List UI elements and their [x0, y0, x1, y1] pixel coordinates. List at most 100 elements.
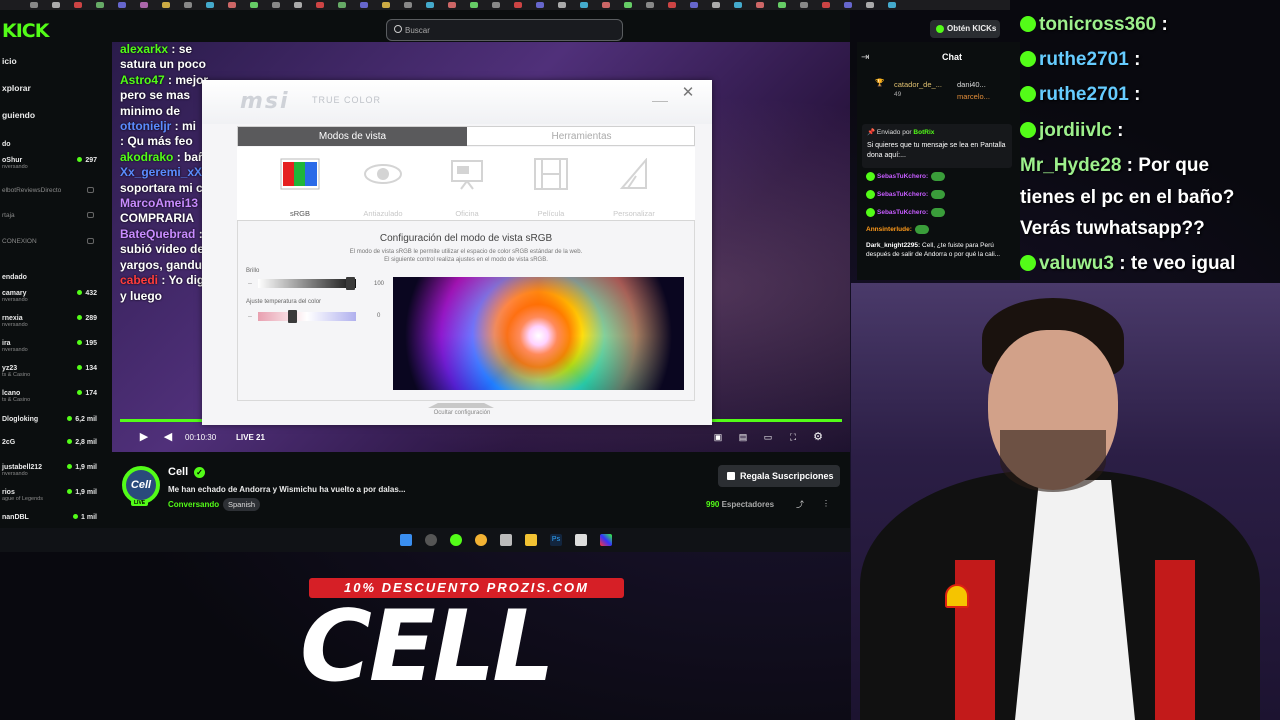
kick-logo[interactable]: KICK — [2, 20, 49, 42]
badge-icon — [1020, 255, 1036, 271]
film-icon — [534, 158, 568, 190]
sidebar-channel[interactable]: oShur nversando 297 — [2, 157, 106, 170]
player-controls: ▶ ◀ 00:10:30 LIVE 21 ▣ ▤ ▭ ⛶ ⚙ — [130, 431, 840, 447]
tab-tools[interactable]: Herramientas — [467, 127, 696, 146]
customize-icon — [619, 157, 647, 189]
mode-srgb[interactable]: sRGB — [270, 158, 330, 218]
sidebar-channel[interactable]: rnexia nversando 289 — [2, 315, 106, 328]
app-icon[interactable] — [450, 534, 462, 546]
photoshop-icon[interactable]: Ps — [550, 534, 562, 546]
sidebar-item-home[interactable]: icio — [2, 56, 17, 66]
gift-subs-button[interactable]: Regala Suscripciones — [718, 465, 840, 487]
brightness-slider[interactable] — [258, 279, 356, 288]
chat-text: : mi — [174, 119, 197, 134]
msi-tab-bar: Modos de vista Herramientas — [237, 126, 695, 146]
top-gifter-name[interactable]: catador_de_... — [894, 80, 942, 89]
tab-view-modes[interactable]: Modos de vista — [238, 127, 467, 146]
app-icon[interactable] — [500, 534, 512, 546]
sidebar-channel[interactable]: camary nversando 432 — [2, 290, 106, 303]
windows-start-icon[interactable] — [400, 534, 412, 546]
color-temp-slider[interactable] — [258, 312, 356, 321]
more-icon[interactable]: ⋮ — [822, 499, 830, 508]
mini-player-icon[interactable]: ▭ — [762, 431, 774, 443]
channel-viewers: 134 — [77, 365, 97, 372]
mode-office[interactable]: Oficina — [437, 158, 497, 218]
chat-message: SebasTuKchero: — [866, 190, 946, 199]
chat-user[interactable]: SebasTuKchero: — [877, 209, 928, 216]
chat-text: : Qu más feo — [120, 134, 193, 149]
sidebar-channel[interactable]: 2cG 2,8 mil — [2, 439, 106, 446]
hide-config-button[interactable]: Ocultar configuración — [382, 410, 542, 416]
mode-movie[interactable]: Película — [521, 158, 581, 218]
stream-category[interactable]: Conversando — [168, 500, 219, 509]
mode-label: sRGB — [289, 209, 310, 218]
top-gifter-name[interactable]: dani40... — [957, 80, 986, 89]
sidebar-channel[interactable]: elbotReviewsDirecto — [2, 187, 106, 194]
close-icon[interactable]: ✕ — [680, 85, 696, 101]
chat-user[interactable]: Dark_knight2295: — [866, 242, 920, 249]
top-gifter-name[interactable]: marcelo... — [957, 92, 990, 101]
minimize-icon[interactable] — [652, 90, 668, 102]
settings-icon[interactable]: ⚙ — [812, 431, 824, 443]
brightness-label: Brillo — [246, 268, 260, 274]
clip-icon[interactable]: ▤ — [737, 431, 749, 443]
share-icon[interactable]: ⤴ — [796, 499, 804, 510]
channel-category: nversando — [2, 297, 28, 303]
chat-user[interactable]: SebasTuKchero: — [877, 173, 928, 180]
search-input[interactable]: Buscar — [386, 19, 623, 41]
sidebar-channel[interactable]: Dlogloking 6,2 mil — [2, 416, 106, 423]
mode-anti-blue[interactable]: Antiazulado — [353, 158, 413, 218]
channel-category: nversando — [2, 322, 28, 328]
sidebar-channel[interactable]: ira nversando 195 — [2, 340, 106, 353]
chat-user[interactable]: SebasTuKchero: — [877, 191, 928, 198]
channel-viewers: 195 — [77, 340, 97, 347]
channel-viewers: 297 — [77, 157, 97, 164]
avatar[interactable]: Cell — [122, 466, 160, 504]
sidebar-channel[interactable]: rtaja — [2, 212, 106, 219]
color-temp-minus-icon[interactable]: – — [248, 313, 252, 320]
sidebar-channel[interactable]: lcano ts & Casino 174 — [2, 390, 106, 403]
brightness-minus-icon[interactable]: – — [248, 280, 252, 287]
volume-icon[interactable]: ◀ — [162, 431, 174, 443]
sidebar-channel[interactable]: nanDBL 1 mil — [2, 514, 106, 521]
sidebar-channel[interactable]: justabell212 nversando 1,9 mil — [2, 464, 106, 477]
badge-icon — [1020, 86, 1036, 102]
fullscreen-icon[interactable]: ⛶ — [787, 431, 799, 443]
color-preview-image — [393, 277, 684, 390]
msi-app-title: TRUE COLOR — [312, 95, 382, 105]
chat-user: cabedi — [120, 273, 159, 288]
app-icon[interactable] — [425, 534, 437, 546]
pinned-by-label: Enviado por — [876, 129, 912, 136]
channel-viewers: 289 — [77, 315, 97, 322]
pinned-header: 📌 Enviado por BotRix — [867, 128, 1007, 136]
pinned-user[interactable]: BotRix — [913, 129, 934, 136]
get-kicks-button[interactable]: Obtén KICKs — [930, 20, 1000, 38]
chat-user: jordiivlc — [1039, 120, 1112, 141]
color-temp-slider-handle[interactable] — [288, 310, 297, 323]
app-icon[interactable] — [575, 534, 587, 546]
mode-custom[interactable]: Personalizar — [604, 157, 664, 218]
stream-info-bar: Cell LIVE Cell ✓ Me han echado de Andorr… — [112, 458, 850, 518]
sidebar-item-explore[interactable]: xplorar — [2, 83, 31, 93]
overlay-chat-message: ruthe2701 : — [1020, 49, 1140, 71]
overlay-chat-message: ruthe2701 : — [1020, 84, 1140, 106]
language-tag[interactable]: Spanish — [223, 498, 261, 511]
streamer-brand-text: CELL — [300, 590, 555, 704]
chat-user[interactable]: Annsinterlude: — [866, 226, 912, 233]
chrome-icon[interactable] — [475, 534, 487, 546]
browser-tab-strip[interactable] — [0, 0, 1010, 10]
sidebar-channel[interactable]: CONEXION — [2, 238, 106, 245]
sidebar-channel[interactable]: rios ague of Legends 1,9 mil — [2, 489, 106, 502]
channel-viewers: 174 — [77, 390, 97, 397]
app-icon[interactable] — [600, 534, 612, 546]
brightness-slider-handle[interactable] — [346, 277, 355, 290]
folder-icon[interactable] — [525, 534, 537, 546]
verified-icon: ✓ — [194, 467, 205, 478]
pinned-message: 📌 Enviado por BotRix Si quieres que tu m… — [862, 124, 1012, 168]
theater-icon[interactable]: ▣ — [712, 431, 724, 443]
streamer-name[interactable]: Cell — [168, 466, 188, 478]
overlay-chat-message: Verás tuwhatsapp?? — [1020, 218, 1205, 240]
play-icon[interactable]: ▶ — [138, 431, 150, 443]
sidebar-channel[interactable]: yz23 ts & Casino 134 — [2, 365, 106, 378]
sidebar-item-following[interactable]: guiendo — [2, 110, 35, 120]
